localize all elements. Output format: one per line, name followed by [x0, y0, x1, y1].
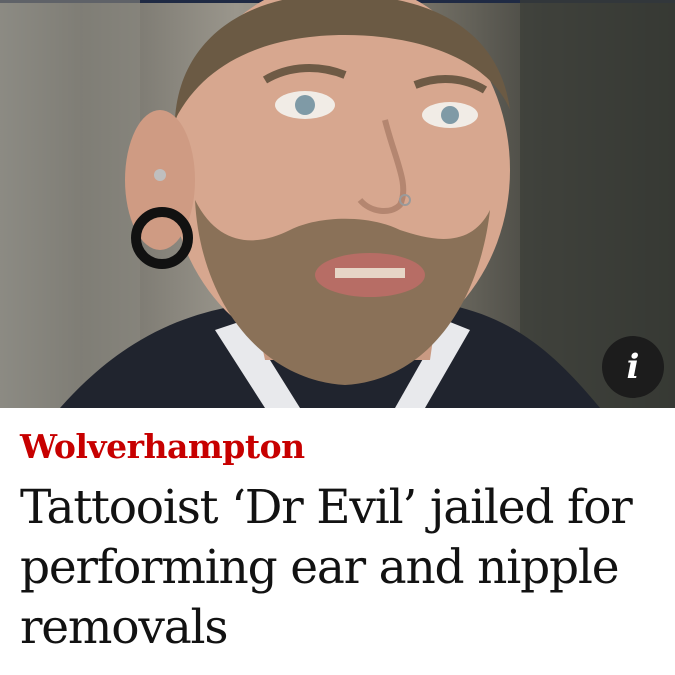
article-headline[interactable]: Tattooist ‘Dr Evil’ jailed for performin…: [20, 478, 660, 658]
portrait-illustration: [0, 0, 675, 408]
section-kicker[interactable]: Wolverhampton: [20, 424, 660, 470]
article-text: Wolverhampton Tattooist ‘Dr Evil’ jailed…: [20, 424, 660, 658]
article-card[interactable]: i Wolverhampton Tattooist ‘Dr Evil’ jail…: [0, 0, 675, 675]
info-icon[interactable]: i: [602, 336, 664, 398]
article-photo[interactable]: i: [0, 0, 675, 408]
